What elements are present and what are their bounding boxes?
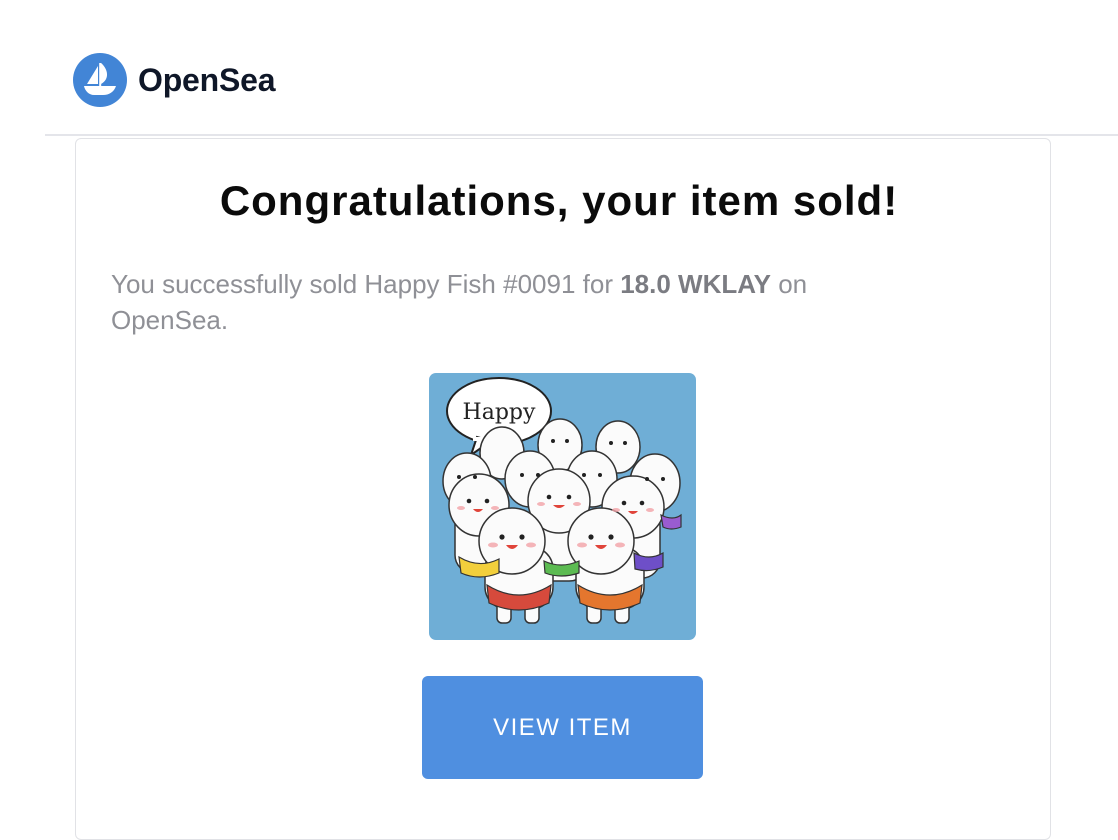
ship-icon <box>73 53 127 107</box>
sale-price: 18.0 WKLAY <box>620 269 771 299</box>
view-item-button[interactable]: VIEW ITEM <box>422 676 703 779</box>
header-divider <box>45 134 1118 136</box>
brand-name: OpenSea <box>138 61 276 98</box>
nft-item-image[interactable]: Happy <box>429 373 696 640</box>
sale-message: You successfully sold Happy Fish #0091 f… <box>111 266 931 338</box>
email-title: Congratulations, your item sold! <box>219 177 899 224</box>
message-prefix: You successfully sold Happy Fish #0091 f… <box>111 269 621 299</box>
opensea-logo[interactable]: OpenSea <box>73 53 276 107</box>
speech-bubble-text: Happy <box>463 400 536 425</box>
